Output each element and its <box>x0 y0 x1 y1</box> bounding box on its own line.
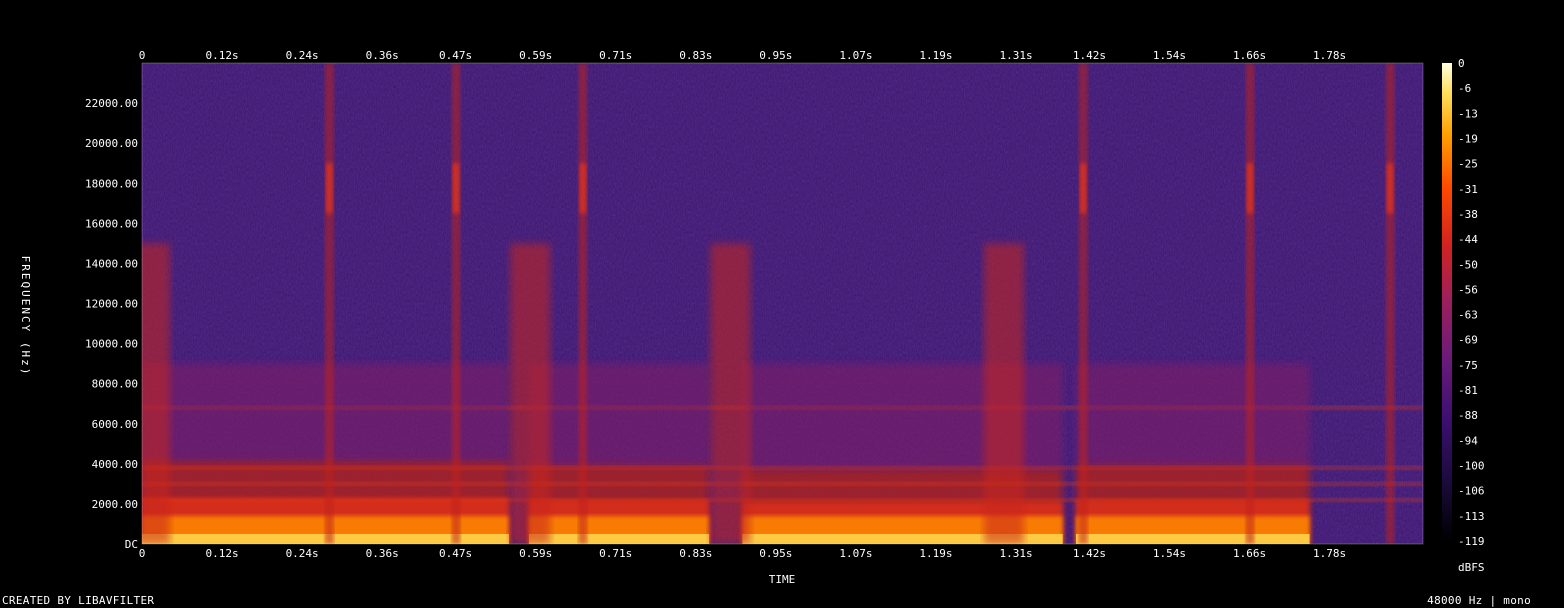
transient-highlight <box>579 163 587 214</box>
colorbar-tick-label: -56 <box>1458 283 1478 296</box>
x-tick-label-bottom: 0.24s <box>286 547 319 560</box>
onset-energy <box>510 243 551 544</box>
y-tick-label: 20000.00 <box>85 137 138 150</box>
x-tick-label-bottom: 0.36s <box>366 547 399 560</box>
colorbar-tick-label: -38 <box>1458 208 1478 221</box>
colorbar-tick-label: -6 <box>1458 82 1471 95</box>
x-tick-label-top: 1.78s <box>1313 49 1346 62</box>
colorbar-tick-label: -119 <box>1458 535 1485 548</box>
x-tick-label-top: 0.71s <box>599 49 632 62</box>
spectrogram-plot-area <box>142 63 1423 544</box>
x-tick-label-bottom: 1.78s <box>1313 547 1346 560</box>
x-tick-label-top: 0.36s <box>366 49 399 62</box>
colorbar <box>1442 63 1452 541</box>
y-tick-label: 10000.00 <box>85 338 138 351</box>
x-tick-label-bottom: 1.42s <box>1073 547 1106 560</box>
x-tick-label-bottom: 0 <box>139 547 146 560</box>
x-tick-label-top: 1.42s <box>1073 49 1106 62</box>
colorbar-tick-label: -100 <box>1458 460 1485 473</box>
x-tick-label-top: 1.31s <box>999 49 1032 62</box>
x-tick-label-bottom: 1.19s <box>919 547 952 560</box>
transient-streak <box>324 63 334 544</box>
audio-format-text: 48000 Hz | mono <box>1427 594 1531 607</box>
x-tick-label-bottom: 1.66s <box>1233 547 1266 560</box>
harmonic-ridge <box>142 497 1423 502</box>
colorbar-tick-label: -31 <box>1458 183 1478 196</box>
x-tick-label-top: 1.19s <box>919 49 952 62</box>
colorbar-tick-label: -50 <box>1458 258 1478 271</box>
colorbar-tick-label: -44 <box>1458 233 1478 246</box>
transient-highlight <box>1386 163 1394 214</box>
x-tick-label-top: 1.66s <box>1233 49 1266 62</box>
colorbar-tick-label: -106 <box>1458 485 1485 498</box>
transient-streak <box>578 63 588 544</box>
transient-highlight <box>452 163 460 214</box>
harmonic-ridge <box>142 481 1423 486</box>
x-tick-label-top: 0.59s <box>519 49 552 62</box>
x-tick-label-top: 0.12s <box>206 49 239 62</box>
x-tick-label-top: 0.24s <box>286 49 319 62</box>
mid-band-energy <box>528 363 710 464</box>
x-tick-label-bottom: 1.54s <box>1153 547 1186 560</box>
colorbar-tick-label: -88 <box>1458 409 1478 422</box>
y-tick-label: 22000.00 <box>85 97 138 110</box>
y-axis: DC 2000.00 4000.00 6000.00 8000.00 10000.00 12… <box>85 97 138 551</box>
credit-text: CREATED BY LIBAVFILTER <box>2 594 155 607</box>
x-tick-label-top: 1.54s <box>1153 49 1186 62</box>
x-tick-label-top: 1.07s <box>839 49 872 62</box>
x-tick-label-bottom: 0.95s <box>759 547 792 560</box>
x-tick-label-bottom: 0.47s <box>439 547 472 560</box>
colorbar-tick-label: -94 <box>1458 434 1478 447</box>
low-freq-peak <box>1076 533 1310 544</box>
x-axis-bottom: 0 0.12s 0.24s 0.36s 0.47s 0.59s 0.71s 0.83s 0.95… <box>139 547 1346 560</box>
x-tick-label-top: 0.83s <box>679 49 712 62</box>
y-tick-label: 16000.00 <box>85 217 138 230</box>
x-tick-label-top: 0.95s <box>759 49 792 62</box>
onset-energy <box>710 243 751 544</box>
x-tick-label-bottom: 0.83s <box>679 547 712 560</box>
x-tick-label-bottom: 0.12s <box>206 547 239 560</box>
x-tick-label-bottom: 1.31s <box>999 547 1032 560</box>
low-freq-peak <box>528 533 710 544</box>
x-tick-label-bottom: 1.07s <box>839 547 872 560</box>
colorbar-tick-label: -69 <box>1458 334 1478 347</box>
transient-highlight <box>1079 163 1087 214</box>
y-tick-label: 18000.00 <box>85 177 138 190</box>
onset-energy <box>984 243 1024 544</box>
x-axis-top: 0 0.12s 0.24s 0.36s 0.47s 0.59s 0.71s 0.83s 0.95… <box>139 49 1346 62</box>
x-axis-label: TIME <box>769 573 796 586</box>
colorbar-tick-label: -75 <box>1458 359 1478 372</box>
transient-highlight <box>325 163 333 214</box>
spectrogram-chart: 0 0.12s 0.24s 0.36s 0.47s 0.59s 0.71s 0.83s 0.95… <box>19 49 1485 586</box>
colorbar-tick-label: -19 <box>1458 132 1478 145</box>
y-tick-label: 6000.00 <box>92 418 138 431</box>
transient-streak <box>1245 63 1255 544</box>
colorbar-label: dBFS <box>1458 561 1485 574</box>
y-tick-label: 4000.00 <box>92 458 138 471</box>
y-tick-label: 2000.00 <box>92 498 138 511</box>
transient-streak <box>1385 63 1395 544</box>
colorbar-tick-label: -113 <box>1458 510 1485 523</box>
transient-highlight <box>1246 163 1254 214</box>
y-axis-label: FREQUENCY (Hz) <box>19 256 32 377</box>
colorbar-tick-label: -13 <box>1458 107 1478 120</box>
y-tick-label: DC <box>125 538 138 551</box>
x-tick-label-bottom: 0.71s <box>599 547 632 560</box>
colorbar-tick-label: -25 <box>1458 158 1478 171</box>
x-tick-label-top: 0.47s <box>439 49 472 62</box>
transient-streak <box>451 63 461 544</box>
x-tick-label-top: 0 <box>139 49 146 62</box>
transient-streak <box>1078 63 1088 544</box>
colorbar-tick-label: -63 <box>1458 309 1478 322</box>
colorbar-tick-label: -81 <box>1458 384 1478 397</box>
y-tick-label: 8000.00 <box>92 378 138 391</box>
y-tick-label: 14000.00 <box>85 257 138 270</box>
mid-band-energy <box>1076 363 1310 464</box>
colorbar-tick-label: 0 <box>1458 57 1465 70</box>
y-tick-label: 12000.00 <box>85 298 138 311</box>
colorbar-ticks: 0 -6 -13 -19 -25 -31 -38 -44 -50 -56 -63 -69 -75 -81 -… <box>1458 57 1485 548</box>
x-tick-label-bottom: 0.59s <box>519 547 552 560</box>
